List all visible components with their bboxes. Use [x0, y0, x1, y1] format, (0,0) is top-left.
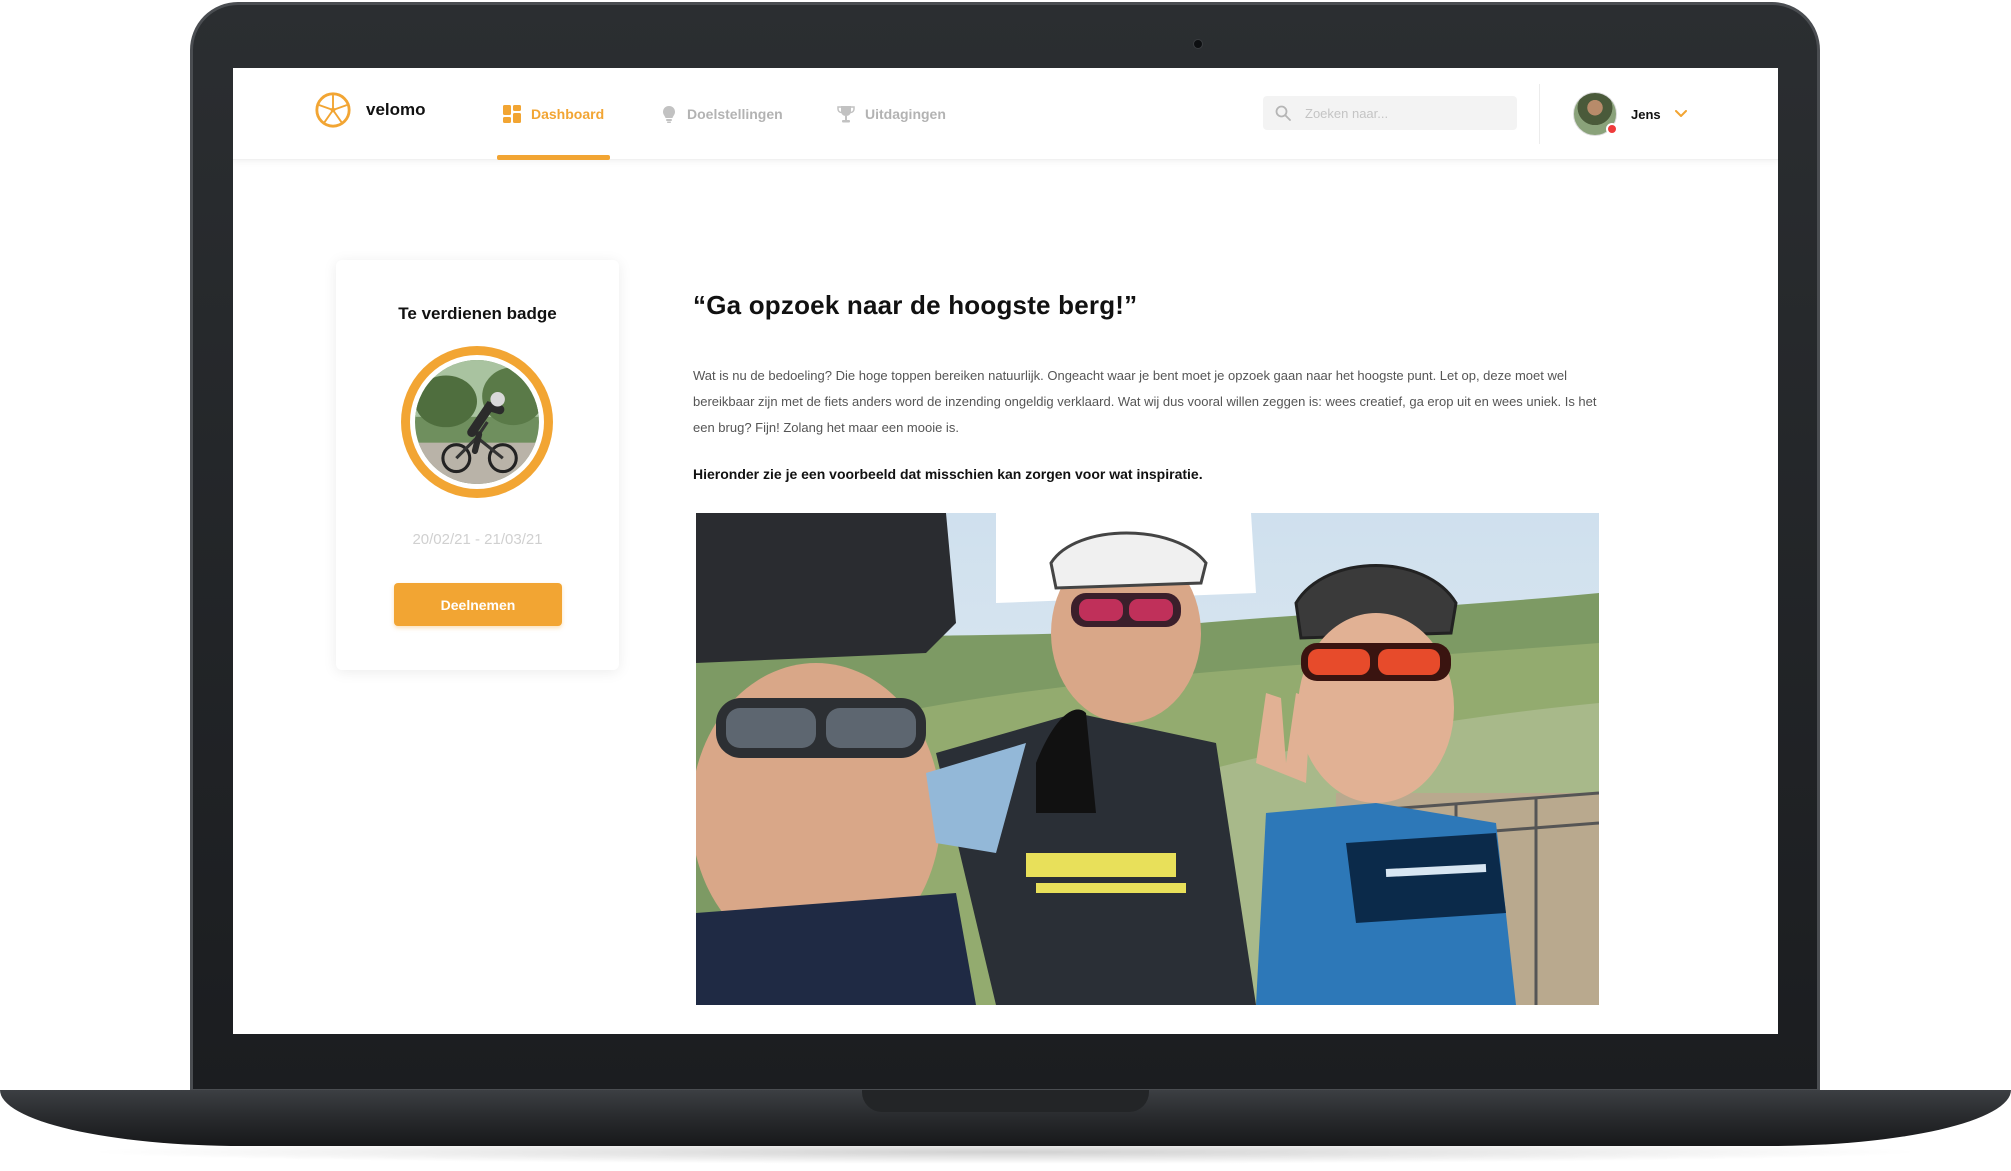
badge-date-range: 20/02/21 - 21/03/21	[412, 531, 543, 548]
nav-doelstellingen-label: Doelstellingen	[687, 106, 783, 122]
camera-dot	[1193, 39, 1203, 49]
example-photo	[696, 513, 1599, 1005]
chevron-down-icon[interactable]	[1674, 110, 1687, 118]
badge-card: Te verdienen badge 20/02/21 - 21/03/21 D…	[336, 260, 619, 670]
challenge-subheading: Hieronder zie je een voorbeeld dat missc…	[693, 466, 1203, 482]
badge-image	[415, 360, 539, 484]
badge-cyclist-illustration	[415, 360, 539, 484]
nav-uitdagingen-label: Uitdagingen	[865, 106, 946, 122]
nav-doelstellingen[interactable]: Doelstellingen	[661, 68, 783, 160]
app-screen: velomo Dashboard Doelstellingen Uitdagin…	[233, 68, 1778, 1034]
nav-dashboard[interactable]: Dashboard	[497, 68, 611, 160]
search-icon	[1275, 105, 1291, 121]
logo[interactable]: velomo	[314, 91, 426, 129]
avatar[interactable]	[1573, 92, 1618, 136]
badge-ring	[401, 346, 553, 498]
wheel-logo-icon	[315, 92, 351, 128]
laptop-notch	[862, 1090, 1149, 1112]
cyclists-selfie-illustration	[696, 513, 1599, 1005]
search-input[interactable]	[1305, 105, 1495, 121]
nav-divider	[1539, 84, 1540, 144]
challenge-title: “Ga opzoek naar de hoogste berg!”	[693, 290, 1138, 320]
search-bar[interactable]	[1263, 96, 1517, 130]
status-dot	[1606, 123, 1618, 135]
trophy-icon	[837, 106, 855, 123]
app-name: velomo	[366, 100, 426, 119]
goal-bulb-icon	[663, 106, 675, 123]
join-button[interactable]: Deelnemen	[394, 583, 562, 626]
user-name: Jens	[1631, 106, 1661, 122]
top-navbar: velomo Dashboard Doelstellingen Uitdagin…	[233, 68, 1778, 160]
nav-uitdagingen[interactable]: Uitdagingen	[837, 68, 946, 160]
user-menu[interactable]: Jens	[1573, 92, 1687, 136]
active-tab-indicator	[497, 155, 611, 160]
challenge-description: Wat is nu de bedoeling? Die hoge toppen …	[693, 368, 1597, 435]
badge-title: Te verdienen badge	[398, 304, 557, 323]
nav-dashboard-label: Dashboard	[531, 106, 605, 122]
badge-ring-inner	[410, 355, 544, 489]
dashboard-grid-icon	[503, 105, 521, 123]
laptop-shadow	[80, 1140, 1930, 1164]
